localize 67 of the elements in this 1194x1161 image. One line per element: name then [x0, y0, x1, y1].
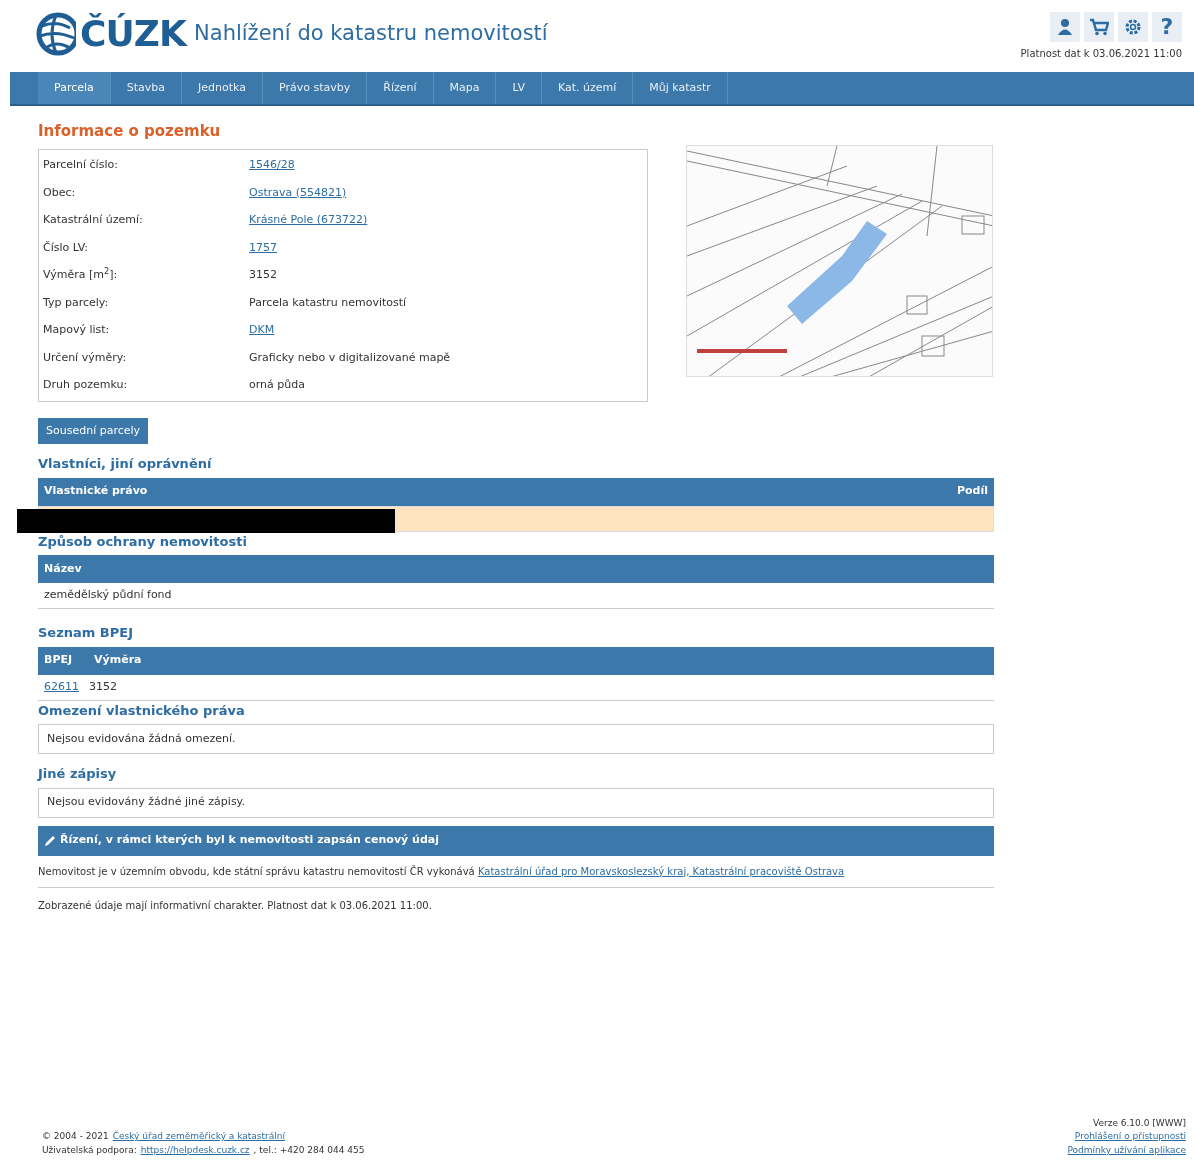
nav-tab[interactable]: Kat. území	[541, 72, 634, 104]
footer-link[interactable]: Český úřad zeměměřický a katastrální	[112, 1130, 285, 1144]
neighbour-parcels-button[interactable]: Sousední parcely	[38, 418, 149, 444]
field-link[interactable]: Krásné Pole (673722)	[249, 212, 368, 229]
field-label: Výměra [m$^{2}$]:	[43, 267, 119, 283]
data-validity: Platnost dat k 03.06.2021 11:00	[1020, 47, 1182, 61]
nav-tab[interactable]: Jednotka	[182, 72, 263, 104]
user-icon	[1056, 18, 1074, 36]
footer-link[interactable]: https://helpdesk.cuzk.cz	[140, 1143, 250, 1157]
table-cell: zemědělský půdní fond	[38, 583, 994, 609]
field-link[interactable]: 1546/28	[249, 157, 295, 174]
info-message: Nejsou evidovány žádné jiné zápisy.	[38, 787, 994, 818]
footer-link[interactable]: Podmínky užívání aplikace	[1067, 1143, 1186, 1157]
column-header: Vlastnické právo	[44, 483, 148, 500]
field-value: Graficky nebo v digitalizované mapě	[249, 349, 451, 366]
nav-tab[interactable]: Stavba	[110, 72, 183, 104]
office-link[interactable]: Katastrální úřad pro Moravskoslezský kraj, Katastrální pracoviště Ostrava	[477, 865, 845, 877]
bpej-link[interactable]: 62611	[44, 678, 79, 696]
field-label: Parcelní číslo:	[43, 157, 119, 173]
nav-tab[interactable]: Můj katastr	[633, 72, 728, 104]
pencil-icon	[44, 834, 56, 847]
user-button[interactable]	[1050, 12, 1080, 42]
info-message: Nejsou evidována žádná omezení.	[38, 724, 994, 754]
settings-button[interactable]	[1118, 12, 1148, 42]
logo[interactable]: ČÚZK	[36, 12, 187, 56]
nav-tab[interactable]: Právo stavby	[263, 72, 368, 104]
version-text: Verze 6.10.0 [WWW]	[1092, 1116, 1186, 1130]
settings-icon	[1124, 18, 1142, 36]
section-header-text: Řízení, v rámci kterých byl k nemovitosti zapsán cenový údaj	[60, 832, 439, 849]
cart-icon	[1089, 18, 1109, 36]
field-value: Parcela katastru nemovitostí	[249, 294, 407, 311]
support-label: Uživatelská podpora:	[42, 1143, 137, 1157]
table-cell-text: 3152	[89, 678, 117, 695]
field-label: Obec:	[43, 184, 77, 201]
section-title: Omezení vlastnického práva	[38, 701, 246, 720]
disclaimer-text: Zobrazené údaje mají informativní charakter. Platnost dat k 03.06.2021 11:00.	[38, 898, 433, 913]
field-label: Určení výměry:	[43, 349, 128, 366]
field-label: Katastrální území:	[43, 212, 144, 228]
section-title: Seznam BPEJ	[38, 624, 134, 642]
section-title: Vlastníci, jiní oprávnění	[38, 455, 213, 473]
cart-button[interactable]	[1084, 12, 1114, 42]
column-header: Název	[44, 560, 82, 577]
field-link[interactable]: Ostrava (554821)	[249, 184, 347, 201]
site-title: Nahlížení do katastru nemovitostí	[194, 20, 548, 48]
nav-tab[interactable]: LV	[496, 72, 542, 104]
column-header: BPEJ	[44, 652, 73, 669]
field-value: 3152	[249, 267, 277, 283]
field-link[interactable]: DKM	[249, 322, 275, 339]
nav-tab[interactable]: Mapa	[433, 72, 497, 104]
field-label: Druh pozemku:	[43, 377, 129, 393]
copyright-text: © 2004 - 2021	[42, 1130, 109, 1143]
section-title: Jiné zápisy	[38, 765, 118, 783]
field-link[interactable]: 1757	[249, 239, 277, 256]
field-label: Typ parcely:	[43, 294, 110, 311]
nav-tab[interactable]: Řízení	[367, 72, 434, 104]
field-value: orná půda	[249, 377, 305, 393]
field-label: Číslo LV:	[43, 239, 89, 256]
column-header: Podíl	[956, 483, 988, 500]
footer-link[interactable]: Prohlášení o přístupnosti	[1074, 1130, 1186, 1144]
field-label: Mapový list:	[43, 322, 111, 338]
phone-text: , tel.: +420 284 044 455	[253, 1143, 365, 1157]
help-button[interactable]: ?	[1152, 12, 1182, 42]
column-header: Výměra	[94, 652, 142, 669]
section-title: Způsob ochrany nemovitosti	[38, 532, 248, 551]
section-title: Informace o pozemku	[38, 121, 222, 142]
nav-tab[interactable]: Parcela	[38, 72, 111, 104]
proceedings-text: Nemovitost je v územním obvodu, kde státní správu katastru nemovitostí ČR vykonává Katastrální úřad pro Moravskoslezský kraj, Katastrální pracoviště Ostrava	[38, 863, 994, 888]
